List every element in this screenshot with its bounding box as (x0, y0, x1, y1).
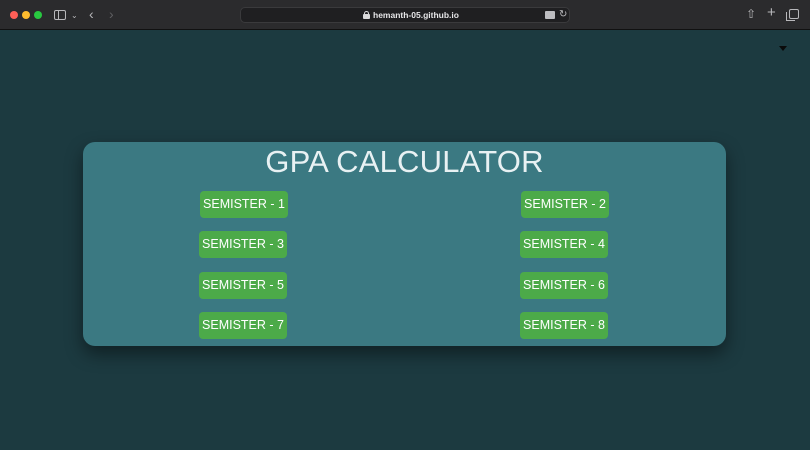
semester-1-button[interactable]: SEMISTER - 1 (200, 191, 288, 218)
reload-icon[interactable]: ↻ (559, 9, 567, 20)
forward-arrow-icon[interactable]: › (109, 7, 114, 21)
browser-window: ⌄ ‹ › hemanth-05.github.io ↻ ⇧ + GPA CAL… (0, 0, 810, 450)
page-title: GPA CALCULATOR (265, 144, 544, 179)
sidebar-icon[interactable] (54, 10, 66, 20)
caret-down-icon[interactable] (779, 46, 787, 51)
tab-overview-icon[interactable] (786, 9, 799, 21)
minimize-window-button[interactable] (22, 11, 30, 19)
semester-6-button[interactable]: SEMISTER - 6 (520, 272, 608, 299)
share-icon[interactable]: ⇧ (746, 8, 756, 20)
semester-7-button[interactable]: SEMISTER - 7 (199, 312, 287, 339)
semester-4-button[interactable]: SEMISTER - 4 (520, 231, 608, 258)
translate-icon[interactable] (545, 11, 555, 19)
semester-5-button[interactable]: SEMISTER - 5 (199, 272, 287, 299)
new-tab-icon[interactable]: + (767, 5, 776, 20)
semester-3-button[interactable]: SEMISTER - 3 (199, 231, 287, 258)
semester-2-button[interactable]: SEMISTER - 2 (521, 191, 609, 218)
page-content: GPA CALCULATOR SEMISTER - 1 SEMISTER - 2… (0, 30, 810, 450)
browser-toolbar: ⌄ ‹ › hemanth-05.github.io ↻ ⇧ + (0, 0, 810, 30)
semester-8-button[interactable]: SEMISTER - 8 (520, 312, 608, 339)
chevron-down-icon[interactable]: ⌄ (71, 10, 78, 22)
url-text[interactable]: hemanth-05.github.io (373, 10, 459, 20)
maximize-window-button[interactable] (34, 11, 42, 19)
close-window-button[interactable] (10, 11, 18, 19)
back-arrow-icon[interactable]: ‹ (89, 7, 94, 21)
lock-icon (363, 11, 370, 19)
gpa-calculator-card: GPA CALCULATOR SEMISTER - 1 SEMISTER - 2… (83, 142, 726, 346)
address-bar[interactable]: hemanth-05.github.io ↻ (240, 7, 570, 23)
